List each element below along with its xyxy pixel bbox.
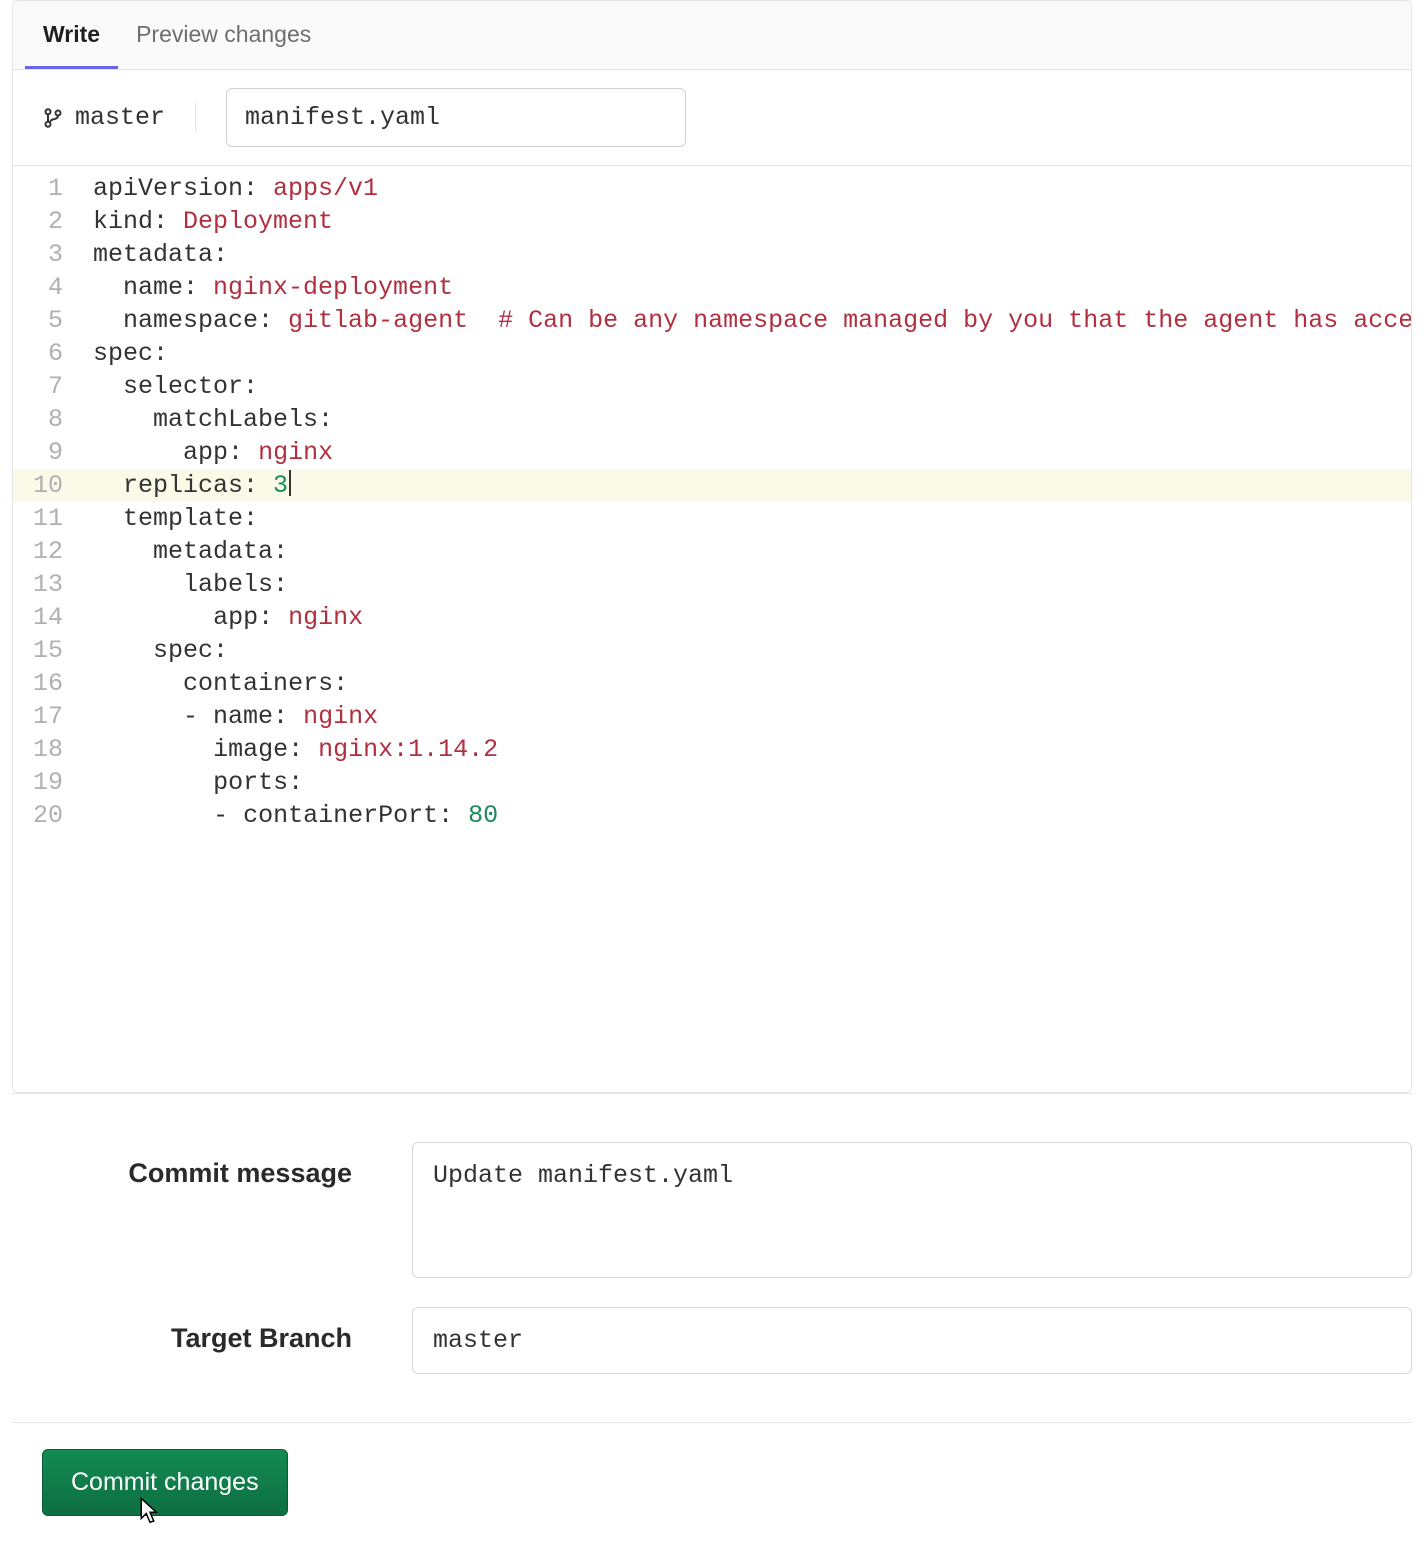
line-number: 10 xyxy=(13,469,93,502)
commit-changes-button-label: Commit changes xyxy=(71,1468,259,1496)
target-branch-label: Target Branch xyxy=(12,1307,412,1354)
code-line[interactable]: 13 labels: xyxy=(13,568,1411,601)
line-number: 17 xyxy=(13,700,93,733)
code-line[interactable]: 8 matchLabels: xyxy=(13,403,1411,436)
code-line[interactable]: 6spec: xyxy=(13,337,1411,370)
code-content: ports: xyxy=(93,766,1411,799)
code-line[interactable]: 12 metadata: xyxy=(13,535,1411,568)
editor-tabs: Write Preview changes xyxy=(13,1,1411,70)
code-content: namespace: gitlab-agent # Can be any nam… xyxy=(93,304,1412,337)
code-line[interactable]: 19 ports: xyxy=(13,766,1411,799)
branch-indicator: master xyxy=(43,103,196,132)
filename-input[interactable] xyxy=(226,88,686,147)
line-number: 2 xyxy=(13,205,93,238)
code-content: name: nginx-deployment xyxy=(93,271,1411,304)
code-line[interactable]: 3metadata: xyxy=(13,238,1411,271)
line-number: 5 xyxy=(13,304,93,337)
code-line[interactable]: 20 - containerPort: 80 xyxy=(13,799,1411,832)
target-branch-input[interactable] xyxy=(412,1307,1412,1374)
code-content: metadata: xyxy=(93,238,1411,271)
code-content: template: xyxy=(93,502,1411,535)
commit-message-input[interactable] xyxy=(412,1142,1412,1278)
code-line[interactable]: 2kind: Deployment xyxy=(13,205,1411,238)
line-number: 18 xyxy=(13,733,93,766)
code-content: app: nginx xyxy=(93,436,1411,469)
line-number: 7 xyxy=(13,370,93,403)
line-number: 19 xyxy=(13,766,93,799)
commit-message-label: Commit message xyxy=(12,1142,412,1189)
code-line[interactable]: 5 namespace: gitlab-agent # Can be any n… xyxy=(13,304,1411,337)
code-content: matchLabels: xyxy=(93,403,1411,436)
code-content: app: nginx xyxy=(93,601,1411,634)
actions-bar: Commit changes xyxy=(12,1422,1412,1556)
code-content: apiVersion: apps/v1 xyxy=(93,172,1411,205)
code-content: labels: xyxy=(93,568,1411,601)
code-content: selector: xyxy=(93,370,1411,403)
mouse-cursor-icon xyxy=(137,1496,163,1526)
code-content: - containerPort: 80 xyxy=(93,799,1411,832)
commit-changes-button[interactable]: Commit changes xyxy=(42,1449,288,1516)
line-number: 16 xyxy=(13,667,93,700)
code-content: - name: nginx xyxy=(93,700,1411,733)
line-number: 8 xyxy=(13,403,93,436)
line-number: 6 xyxy=(13,337,93,370)
code-line[interactable]: 18 image: nginx:1.14.2 xyxy=(13,733,1411,766)
line-number: 12 xyxy=(13,535,93,568)
code-content: replicas: 3 xyxy=(93,469,1411,502)
line-number: 15 xyxy=(13,634,93,667)
code-line[interactable]: 7 selector: xyxy=(13,370,1411,403)
file-header: master xyxy=(13,70,1411,166)
line-number: 11 xyxy=(13,502,93,535)
code-line[interactable]: 16 containers: xyxy=(13,667,1411,700)
code-content: spec: xyxy=(93,634,1411,667)
code-content: metadata: xyxy=(93,535,1411,568)
line-number: 20 xyxy=(13,799,93,832)
line-number: 3 xyxy=(13,238,93,271)
line-number: 13 xyxy=(13,568,93,601)
code-content: image: nginx:1.14.2 xyxy=(93,733,1411,766)
line-number: 1 xyxy=(13,172,93,205)
code-line[interactable]: 17 - name: nginx xyxy=(13,700,1411,733)
code-content: kind: Deployment xyxy=(93,205,1411,238)
tab-write[interactable]: Write xyxy=(25,1,118,69)
branch-name: master xyxy=(75,103,165,132)
tab-preview-changes[interactable]: Preview changes xyxy=(118,1,329,69)
code-line[interactable]: 14 app: nginx xyxy=(13,601,1411,634)
branch-icon xyxy=(43,106,63,130)
line-number: 14 xyxy=(13,601,93,634)
code-editor[interactable]: 1apiVersion: apps/v12kind: Deployment3me… xyxy=(13,166,1411,1092)
code-line[interactable]: 1apiVersion: apps/v1 xyxy=(13,172,1411,205)
line-number: 9 xyxy=(13,436,93,469)
code-content: spec: xyxy=(93,337,1411,370)
line-number: 4 xyxy=(13,271,93,304)
commit-form: Commit message Target Branch xyxy=(12,1093,1412,1422)
code-line[interactable]: 15 spec: xyxy=(13,634,1411,667)
code-content: containers: xyxy=(93,667,1411,700)
code-line[interactable]: 10 replicas: 3 xyxy=(13,469,1411,502)
text-cursor xyxy=(289,470,291,496)
code-line[interactable]: 11 template: xyxy=(13,502,1411,535)
code-line[interactable]: 4 name: nginx-deployment xyxy=(13,271,1411,304)
code-line[interactable]: 9 app: nginx xyxy=(13,436,1411,469)
